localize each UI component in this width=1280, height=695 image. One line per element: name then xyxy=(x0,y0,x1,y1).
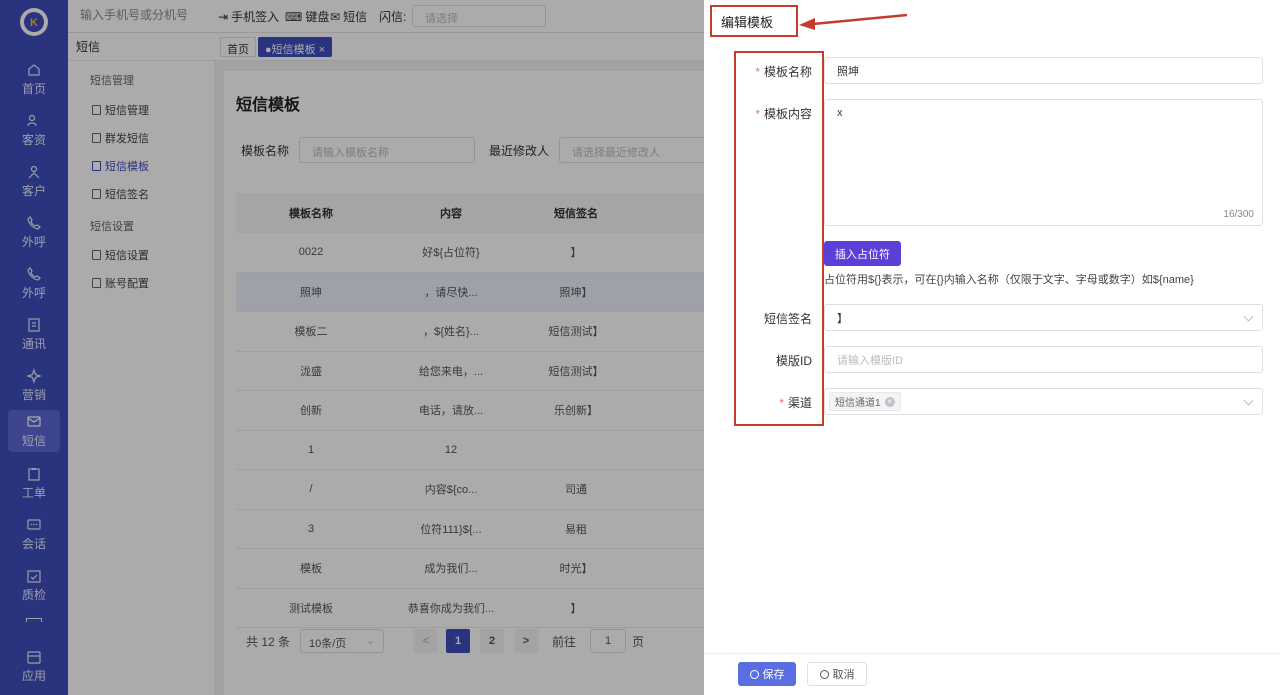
cancel-button[interactable]: 取消 xyxy=(807,662,867,686)
required-mark: * xyxy=(755,65,760,79)
close-icon[interactable]: × xyxy=(884,396,895,407)
char-counter: 16/300 xyxy=(1223,209,1254,220)
drawer-title: 编辑模板 xyxy=(710,5,798,37)
template-id-label: 模版ID xyxy=(775,354,812,368)
annotation-arrow xyxy=(799,13,908,30)
channel-tag: 短信通道1 × xyxy=(829,392,901,411)
template-id-input[interactable]: 请输入模版ID xyxy=(824,346,1263,373)
drawer-footer: 保存 取消 xyxy=(704,653,1280,695)
placeholder-hint: 占位符用${}表示，可在{}内输入名称（仅限于文字、字母或数字）如${name} xyxy=(824,274,1194,286)
name-field-label: * 模板名称 xyxy=(755,65,812,79)
sign-field-label: 短信签名 xyxy=(763,312,812,326)
channel-field-label: * 渠道 xyxy=(779,396,812,410)
edit-template-drawer: 编辑模板 * 模板名称 照坤 * 模板内容 x 16/300 插入占位符 占位符用$… xyxy=(704,0,1280,695)
channel-select[interactable]: 短信通道1 × xyxy=(824,388,1263,415)
modal-mask[interactable] xyxy=(0,0,704,695)
insert-placeholder-button[interactable]: 插入占位符 xyxy=(824,241,901,266)
template-content-textarea[interactable]: x 16/300 xyxy=(824,99,1263,226)
required-mark: * xyxy=(755,107,760,121)
save-button[interactable]: 保存 xyxy=(738,662,796,686)
sign-select[interactable]: 】 xyxy=(824,304,1263,331)
chevron-down-icon xyxy=(1243,311,1254,322)
template-name-input[interactable]: 照坤 xyxy=(824,57,1263,84)
template-content-text: x xyxy=(837,107,843,119)
cancel-circle-icon xyxy=(819,669,829,679)
check-circle-icon xyxy=(749,669,759,679)
chevron-down-icon xyxy=(1243,395,1254,406)
content-field-label: * 模板内容 xyxy=(755,107,812,121)
required-mark: * xyxy=(779,396,784,410)
